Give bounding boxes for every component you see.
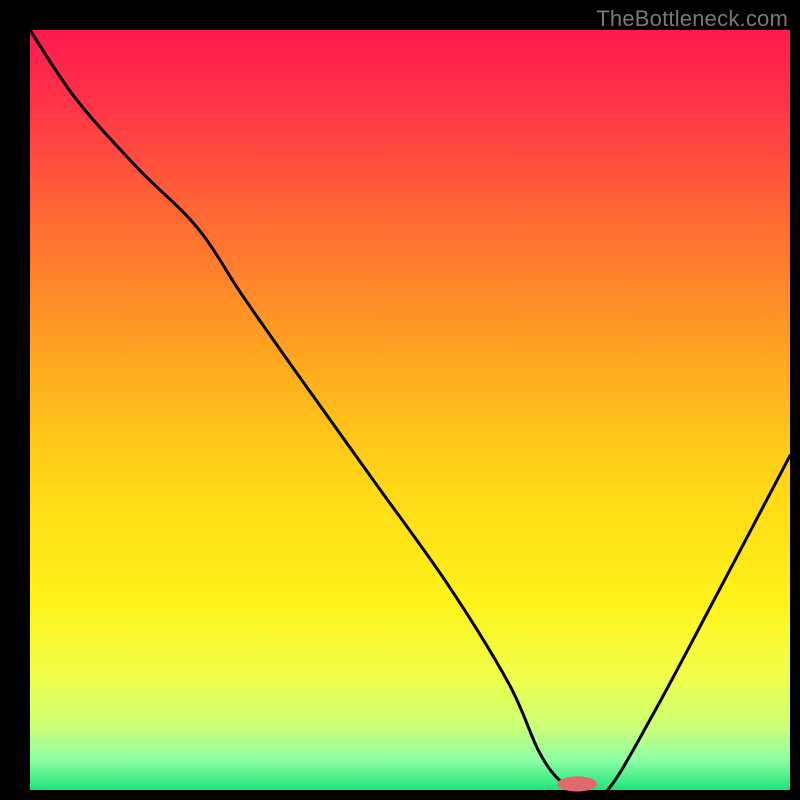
chart-gradient-bg	[30, 30, 790, 790]
chart-container: TheBottleneck.com	[0, 0, 800, 800]
optimal-marker	[557, 776, 597, 791]
watermark-text: TheBottleneck.com	[596, 6, 788, 32]
bottleneck-chart	[0, 0, 800, 800]
